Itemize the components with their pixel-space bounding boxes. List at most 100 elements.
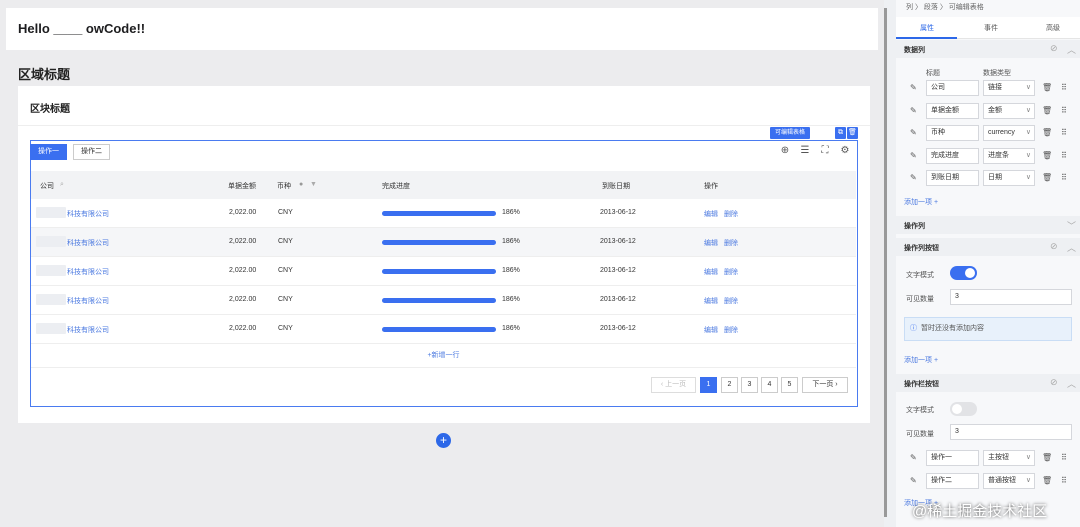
page-2[interactable]: 2 bbox=[721, 377, 738, 393]
column-title-input[interactable]: 公司 bbox=[926, 80, 979, 96]
column-type-select[interactable]: currency ∨ bbox=[983, 125, 1035, 141]
column-title-input[interactable]: 操作一 bbox=[926, 450, 979, 466]
edit-icon[interactable]: ✎ bbox=[910, 128, 917, 137]
page-4[interactable]: 4 bbox=[761, 377, 778, 393]
text-mode-toggle[interactable] bbox=[950, 402, 977, 416]
company-link[interactable]: 科技有限公司 bbox=[67, 296, 109, 306]
edit-icon[interactable]: ✎ bbox=[910, 83, 917, 92]
prev-page-button[interactable]: ‹ 上一页 bbox=[651, 377, 696, 393]
trash-icon[interactable]: 🗑 bbox=[1042, 173, 1052, 182]
drag-handle-icon[interactable]: ⠿ bbox=[1061, 106, 1067, 115]
trash-icon[interactable]: 🗑 bbox=[1042, 83, 1052, 92]
drag-handle-icon[interactable]: ⠿ bbox=[1061, 151, 1067, 160]
page-5[interactable]: 5 bbox=[781, 377, 798, 393]
copy-icon[interactable]: ⧉ bbox=[835, 127, 846, 139]
trash-icon[interactable]: 🗑 bbox=[1042, 453, 1052, 462]
fullscreen-icon[interactable]: ⛶ bbox=[819, 145, 831, 157]
page-1[interactable]: 1 bbox=[700, 377, 717, 393]
column-type-select[interactable]: 进度条 ∨ bbox=[983, 147, 1035, 164]
trash-icon[interactable]: 🗑 bbox=[1042, 151, 1052, 160]
chevron-up-icon[interactable]: ︿ bbox=[1067, 241, 1076, 254]
section-title: 操作列 bbox=[904, 223, 925, 230]
editable-table-badge[interactable]: 可编辑表格 bbox=[770, 127, 811, 139]
column-title-input[interactable]: 单据金额 bbox=[926, 102, 979, 119]
disable-icon[interactable]: ⊘ bbox=[1050, 43, 1058, 54]
column-type-select[interactable]: 链接 ∨ bbox=[983, 80, 1035, 96]
column-title-input[interactable]: 到账日期 bbox=[926, 170, 979, 186]
density-icon[interactable]: ☰ bbox=[799, 145, 811, 157]
chevron-down-icon: ∨ bbox=[1025, 174, 1031, 181]
search-icon[interactable]: ⌕ bbox=[60, 181, 64, 189]
chevron-up-icon[interactable]: ︿ bbox=[1067, 43, 1076, 56]
section-action-buttons[interactable]: 操作列按钮 ⊘ ︿ bbox=[896, 238, 1080, 256]
panel-splitter[interactable] bbox=[884, 8, 887, 517]
company-link[interactable]: 科技有限公司 bbox=[67, 209, 109, 219]
column-title-input[interactable]: 币种 bbox=[926, 125, 979, 141]
delete-link[interactable]: 删除 bbox=[724, 209, 738, 219]
trash-icon[interactable]: 🗑 bbox=[847, 127, 858, 139]
progress-bar bbox=[382, 211, 496, 216]
delete-link[interactable]: 删除 bbox=[724, 238, 738, 248]
add-component-button[interactable]: + bbox=[436, 433, 451, 448]
edit-link[interactable]: 编辑 bbox=[704, 238, 718, 248]
add-row-button[interactable]: +新增一行 bbox=[31, 345, 856, 367]
filter-icon[interactable]: ▼ bbox=[310, 181, 317, 188]
company-link[interactable]: 科技有限公司 bbox=[67, 238, 109, 248]
edit-link[interactable]: 编辑 bbox=[704, 267, 718, 277]
trash-icon[interactable]: 🗑 bbox=[1042, 476, 1052, 485]
edit-link[interactable]: 编辑 bbox=[704, 296, 718, 306]
tab-action-one[interactable]: 操作一 bbox=[30, 144, 67, 160]
edit-icon[interactable]: ✎ bbox=[910, 106, 917, 115]
column-type-select[interactable]: 普通按钮 ∨ bbox=[983, 472, 1035, 489]
settings-icon[interactable]: ⚙ bbox=[839, 145, 851, 157]
visible-count-input[interactable]: 3 bbox=[950, 289, 1072, 305]
amount-cell: 2,022.00 bbox=[229, 238, 257, 245]
column-title-input[interactable]: 完成进度 bbox=[926, 147, 979, 164]
drag-handle-icon[interactable]: ⠿ bbox=[1061, 128, 1067, 137]
delete-link[interactable]: 删除 bbox=[724, 267, 738, 277]
delete-link[interactable]: 删除 bbox=[724, 296, 738, 306]
disable-icon[interactable]: ⊘ bbox=[1050, 377, 1058, 388]
page-3[interactable]: 3 bbox=[741, 377, 758, 393]
next-page-button[interactable]: 下一页 › bbox=[802, 377, 848, 393]
tab-advanced[interactable]: 高级 bbox=[1046, 23, 1060, 33]
add-data-column[interactable]: 添加一项 + bbox=[904, 197, 938, 207]
edit-icon[interactable]: ✎ bbox=[910, 476, 917, 485]
disable-icon[interactable]: ⊘ bbox=[1050, 241, 1058, 252]
column-type-select[interactable]: 金额 ∨ bbox=[983, 102, 1035, 119]
section-toolbar-buttons[interactable]: 操作栏按钮 ⊘ ︿ bbox=[896, 374, 1080, 392]
chevron-down-icon[interactable]: ﹀ bbox=[1067, 219, 1076, 232]
select-value: 普通按钮 bbox=[988, 476, 1016, 484]
date-cell: 2013-06-12 bbox=[600, 267, 636, 274]
edit-link[interactable]: 编辑 bbox=[704, 325, 718, 335]
company-link[interactable]: 科技有限公司 bbox=[67, 325, 109, 335]
edit-icon[interactable]: ✎ bbox=[910, 173, 917, 182]
column-title-input[interactable]: 操作二 bbox=[926, 472, 979, 489]
drag-handle-icon[interactable]: ⠿ bbox=[1061, 83, 1067, 92]
add-action-button[interactable]: 添加一项 + bbox=[904, 355, 938, 365]
edit-icon[interactable]: ✎ bbox=[910, 453, 917, 462]
drag-handle-icon[interactable]: ⠿ bbox=[1061, 476, 1067, 485]
chevron-up-icon[interactable]: ︿ bbox=[1067, 377, 1076, 390]
column-type-select[interactable]: 主按钮 ∨ bbox=[983, 450, 1035, 466]
section-action-column[interactable]: 操作列 ﹀ bbox=[896, 216, 1080, 234]
compact-icon[interactable]: ⊕ bbox=[779, 145, 791, 157]
section-data-columns[interactable]: 数据列 ⊘ ︿ bbox=[896, 40, 1080, 58]
company-link[interactable]: 科技有限公司 bbox=[67, 267, 109, 277]
drag-handle-icon[interactable]: ⠿ bbox=[1061, 453, 1067, 462]
trash-icon[interactable]: 🗑 bbox=[1042, 106, 1052, 115]
tab-action-two[interactable]: 操作二 bbox=[73, 144, 110, 160]
column-type-select[interactable]: 日期 ∨ bbox=[983, 170, 1035, 186]
edit-icon[interactable]: ✎ bbox=[910, 151, 917, 160]
edit-link[interactable]: 编辑 bbox=[704, 209, 718, 219]
table-row: 科技有限公司 2,022.00 CNY 186% 2013-06-12 编辑 删除 bbox=[31, 228, 856, 257]
tab-properties[interactable]: 属性 bbox=[920, 23, 934, 33]
text-mode-toggle[interactable] bbox=[950, 266, 977, 280]
delete-link[interactable]: 删除 bbox=[724, 325, 738, 335]
currency-cell: CNY bbox=[278, 209, 293, 216]
select-value: 进度条 bbox=[988, 151, 1009, 159]
tab-events[interactable]: 事件 bbox=[984, 23, 998, 33]
visible-count-input[interactable]: 3 bbox=[950, 424, 1072, 440]
trash-icon[interactable]: 🗑 bbox=[1042, 128, 1052, 137]
drag-handle-icon[interactable]: ⠿ bbox=[1061, 173, 1067, 182]
